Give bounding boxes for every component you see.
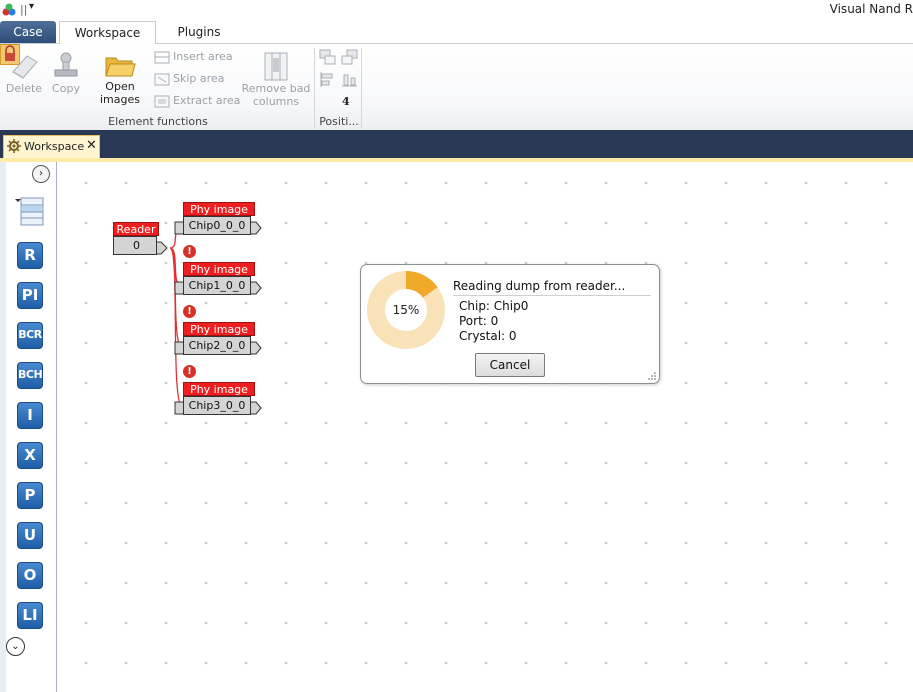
remove-bad-label-line1: Remove bad (241, 82, 311, 95)
columns-icon (264, 52, 288, 81)
dialog-title: Reading dump from reader... (453, 279, 626, 293)
reader-node[interactable]: Reader 0 (113, 222, 159, 260)
insert-area-label: Insert area (173, 50, 233, 63)
dialog-divider (453, 295, 651, 296)
reader-node-header: Reader (113, 222, 159, 236)
remove-bad-columns-button[interactable]: Remove bad columns (240, 50, 312, 108)
app-logo-icon[interactable] (2, 3, 16, 16)
close-icon[interactable]: ✕ (86, 137, 97, 155)
gear-icon (7, 139, 21, 153)
align-left-icon[interactable] (319, 71, 336, 88)
reading-progress-dialog: 15% Reading dump from reader... Chip: Ch… (360, 264, 660, 384)
toolbox-item-li[interactable]: LI (17, 602, 43, 629)
skip-area-button[interactable]: Skip area (154, 71, 224, 89)
copy-button[interactable]: Copy (48, 50, 84, 95)
resize-grip-icon[interactable] (647, 371, 657, 381)
skip-area-icon (154, 73, 170, 85)
phy-image-node-chip3[interactable]: Phy image Chip3_0_0 (183, 382, 255, 416)
extract-area-label: Extract area (173, 94, 241, 107)
open-images-button[interactable]: Open images (96, 52, 144, 106)
toolbox-item-bcr[interactable]: BCR (17, 322, 43, 349)
phy-image-node-label: Chip0_0_0 (183, 216, 251, 235)
delete-button-label: Delete (5, 82, 43, 95)
connection-wires (152, 221, 262, 415)
position-group-label: Positi... (319, 115, 359, 128)
workspace-canvas[interactable]: Reader 0 Phy image Chip0_0_0 ! Phy image… (58, 162, 913, 692)
document-tab-workspace[interactable]: Workspace ✕ (3, 135, 100, 158)
phy-image-node-label: Chip1_0_0 (183, 276, 251, 295)
toolbox-item-r[interactable]: R (17, 242, 43, 269)
align-bottom-icon[interactable] (341, 71, 358, 88)
expand-right-icon[interactable]: › (32, 165, 50, 183)
skip-area-label: Skip area (173, 72, 225, 85)
tab-workspace[interactable]: Workspace (59, 21, 156, 44)
toolbox-item-x[interactable]: X (17, 442, 43, 469)
tab-case[interactable]: Case (0, 21, 56, 44)
dialog-crystal-info: Crystal: 0 (459, 329, 517, 343)
error-icon[interactable]: ! (183, 365, 196, 378)
document-tab-bar: Workspace ✕ (0, 130, 913, 158)
title-bar: || ▾ Visual Nand R (0, 0, 913, 20)
ribbon-tab-row: Case Workspace Plugins (0, 20, 913, 44)
list-view-icon[interactable] (14, 196, 44, 226)
app-title: Visual Nand R (829, 2, 913, 16)
open-images-label-line2: images (100, 93, 140, 106)
bring-forward-icon[interactable] (319, 49, 336, 66)
remove-bad-label-line2: columns (252, 95, 300, 108)
reader-node-value: 0 (113, 236, 157, 255)
stamp-icon (54, 52, 78, 77)
document-tab-label: Workspace (24, 140, 85, 153)
cancel-button[interactable]: Cancel (475, 353, 545, 377)
ribbon-divider (314, 48, 315, 128)
phy-image-node-header: Phy image (183, 382, 255, 396)
phy-image-node-header: Phy image (183, 262, 255, 276)
toolbox-edge (0, 162, 6, 692)
eraser-icon (12, 55, 38, 79)
quick-access-dropdown-icon[interactable]: ▾ (29, 1, 34, 12)
toolbox-item-pi[interactable]: PI (17, 282, 43, 309)
phy-image-node-label: Chip3_0_0 (183, 396, 251, 415)
phy-image-node-header: Phy image (183, 202, 255, 216)
toolbox-item-p[interactable]: P (17, 482, 43, 509)
open-images-label-line1: Open (105, 80, 135, 93)
copy-button-label: Copy (52, 82, 80, 95)
error-icon[interactable]: ! (183, 245, 196, 258)
chevron-down-icon[interactable]: ⌄ (6, 637, 25, 656)
phy-image-node-chip0[interactable]: Phy image Chip0_0_0 (183, 202, 255, 236)
insert-area-button[interactable]: Insert area (154, 49, 233, 67)
position-count: 4 (342, 95, 350, 108)
progress-percent: 15% (392, 303, 420, 317)
phy-image-node-label: Chip2_0_0 (183, 336, 251, 355)
delete-button[interactable]: Delete (4, 50, 44, 95)
phy-image-node-chip2[interactable]: Phy image Chip2_0_0 (183, 322, 255, 356)
quick-access-separator: || (20, 3, 28, 16)
error-icon[interactable]: ! (183, 305, 196, 318)
extract-area-button[interactable]: Extract area (154, 93, 240, 111)
phy-image-node-chip1[interactable]: Phy image Chip1_0_0 (183, 262, 255, 296)
folder-icon (105, 57, 136, 77)
insert-area-icon (154, 51, 170, 63)
element-toolbox: › R PI BCR BCH I X P U O LI ⌄ (0, 162, 57, 692)
ribbon-panel: Delete Copy Open images Insert area Skip… (0, 43, 913, 130)
toolbox-item-bch[interactable]: BCH (17, 362, 43, 389)
toolbox-item-u[interactable]: U (17, 522, 43, 549)
dialog-chip-info: Chip: Chip0 (459, 299, 529, 313)
toolbox-item-o[interactable]: O (17, 562, 43, 589)
toolbox-item-i[interactable]: I (17, 402, 43, 429)
dialog-port-info: Port: 0 (459, 314, 499, 328)
tab-plugins[interactable]: Plugins (158, 21, 240, 44)
ribbon-divider (361, 48, 362, 128)
send-backward-icon[interactable] (341, 49, 358, 66)
phy-image-node-header: Phy image (183, 322, 255, 336)
element-functions-group-label: Element functions (108, 115, 208, 128)
extract-area-icon (154, 95, 170, 107)
